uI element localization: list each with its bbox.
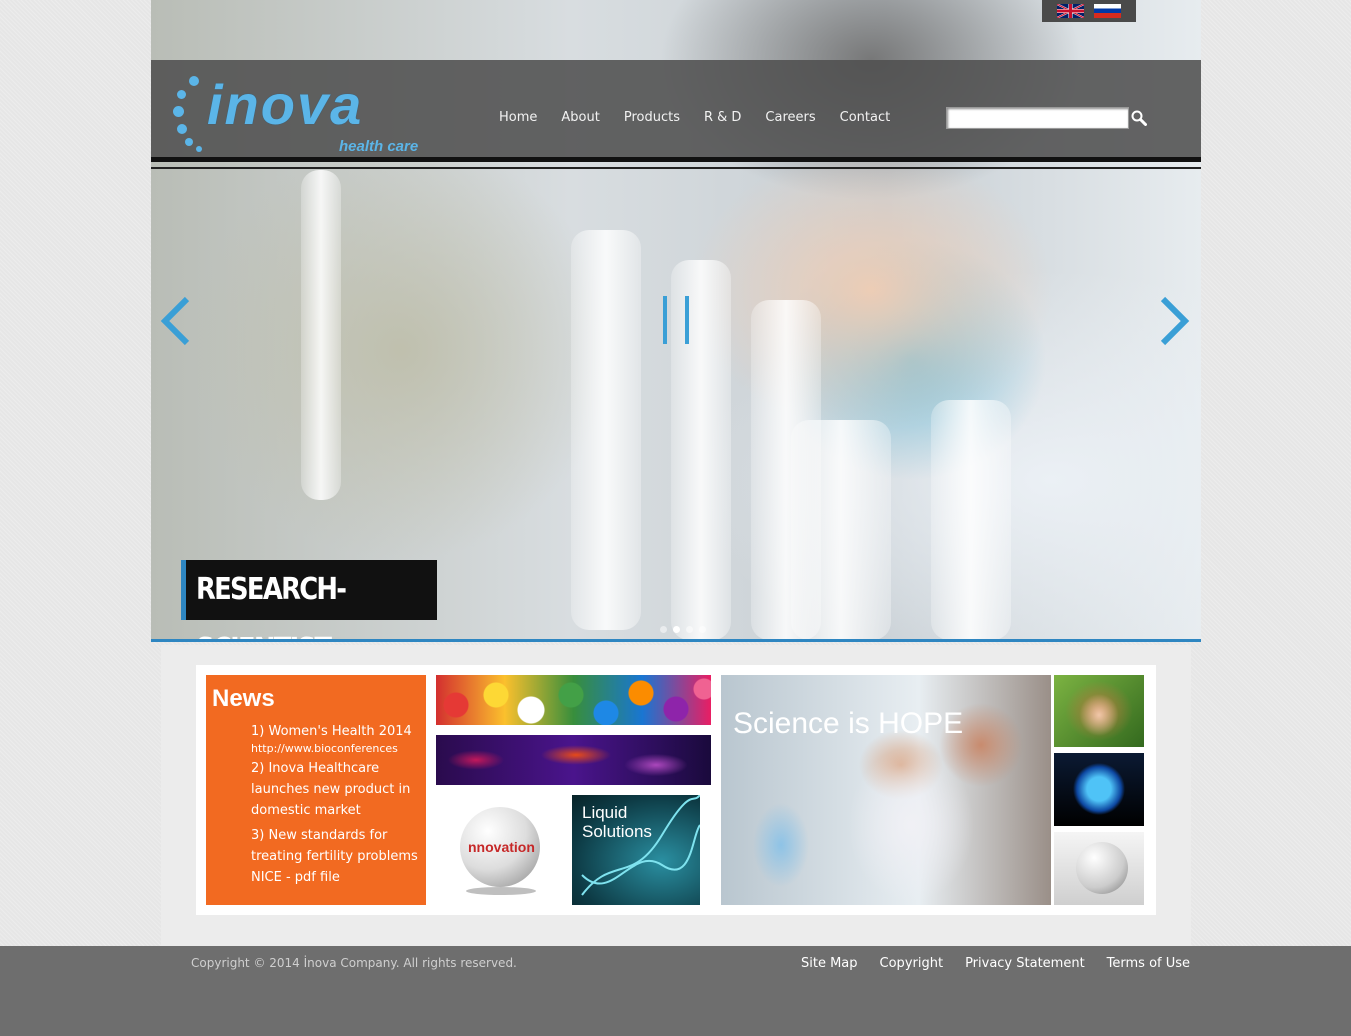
footer-links: Site Map Copyright Privacy Statement Ter…	[790, 956, 1201, 971]
footer-link-privacy[interactable]: Privacy Statement	[954, 956, 1096, 971]
logo-tagline: health care	[339, 138, 419, 155]
russia-flag-icon[interactable]	[1094, 4, 1121, 18]
pills-image[interactable]	[436, 675, 711, 725]
search-input[interactable]	[946, 107, 1129, 129]
news-title: News	[212, 685, 275, 712]
slider-dot-active[interactable]	[673, 626, 680, 633]
news-item[interactable]: 3) New standards for treating fertility …	[251, 825, 423, 888]
footer: Copyright © 2014 İnova Company. All righ…	[0, 946, 1351, 1036]
copyright-text: Copyright © 2014 İnova Company. All righ…	[191, 956, 517, 970]
page: inova health care Home About Products R …	[151, 0, 1201, 946]
slider-dot[interactable]	[660, 626, 667, 633]
language-switcher	[1042, 0, 1136, 22]
liquid-solutions-tile[interactable]: Liquid Solutions	[572, 795, 700, 905]
nav-about[interactable]: About	[549, 110, 611, 126]
news-link[interactable]: http://www.bioconferences	[251, 742, 423, 756]
globe-image[interactable]	[1054, 753, 1144, 826]
slider-dot[interactable]	[699, 626, 706, 633]
news-list: 1) Women's Health 2014 http://www.biocon…	[251, 721, 423, 888]
science-image[interactable]: Science is HOPE	[721, 675, 1051, 905]
protein-image[interactable]	[436, 735, 711, 785]
footer-link-copyright[interactable]: Copyright	[869, 956, 955, 971]
news-item[interactable]: 1) Women's Health 2014	[251, 721, 423, 742]
hero-slider: inova health care Home About Products R …	[151, 0, 1201, 642]
test-tube-image	[301, 170, 341, 500]
innovation-image[interactable]: nnovation	[436, 795, 561, 905]
footer-link-site-map[interactable]: Site Map	[790, 956, 869, 971]
feature-panel: News 1) Women's Health 2014 http://www.b…	[196, 665, 1156, 915]
science-tagline: Science is HOPE	[733, 707, 964, 740]
nav-careers[interactable]: Careers	[753, 110, 827, 126]
logo-wordmark: inova	[207, 73, 364, 136]
girl-photo[interactable]	[1054, 675, 1144, 747]
header-divider	[151, 167, 1201, 169]
inova-sphere-image[interactable]	[1054, 832, 1144, 905]
shadow	[466, 887, 536, 895]
content-area: News 1) Women's Health 2014 http://www.b…	[161, 645, 1191, 946]
nav-home[interactable]: Home	[487, 110, 549, 126]
news-item[interactable]: 2) Inova Healthcare launches new product…	[251, 758, 423, 821]
main-nav: Home About Products R & D Careers Contac…	[487, 110, 902, 126]
test-tube-image	[791, 420, 891, 639]
test-tube-image	[931, 400, 1011, 639]
slide-caption: RESEARCH-SCIENTIST	[181, 560, 437, 639]
next-arrow-icon[interactable]	[1157, 295, 1191, 347]
test-tube-image	[571, 230, 641, 630]
news-box: News 1) Women's Health 2014 http://www.b…	[206, 675, 426, 905]
prev-arrow-icon[interactable]	[159, 295, 193, 347]
slider-dot[interactable]	[686, 626, 693, 633]
search-icon[interactable]	[1131, 110, 1147, 126]
sphere-icon	[1076, 842, 1128, 894]
innovation-text: nnovation	[468, 839, 535, 855]
uk-flag-icon[interactable]	[1057, 4, 1084, 18]
pause-icon[interactable]	[661, 296, 691, 344]
slider-dots	[660, 626, 706, 633]
nav-contact[interactable]: Contact	[828, 110, 903, 126]
liquid-solutions-label: Liquid Solutions	[582, 803, 652, 841]
nav-products[interactable]: Products	[612, 110, 692, 126]
nav-rd[interactable]: R & D	[692, 110, 753, 126]
footer-link-terms[interactable]: Terms of Use	[1096, 956, 1201, 971]
logo[interactable]: inova health care	[171, 72, 441, 160]
